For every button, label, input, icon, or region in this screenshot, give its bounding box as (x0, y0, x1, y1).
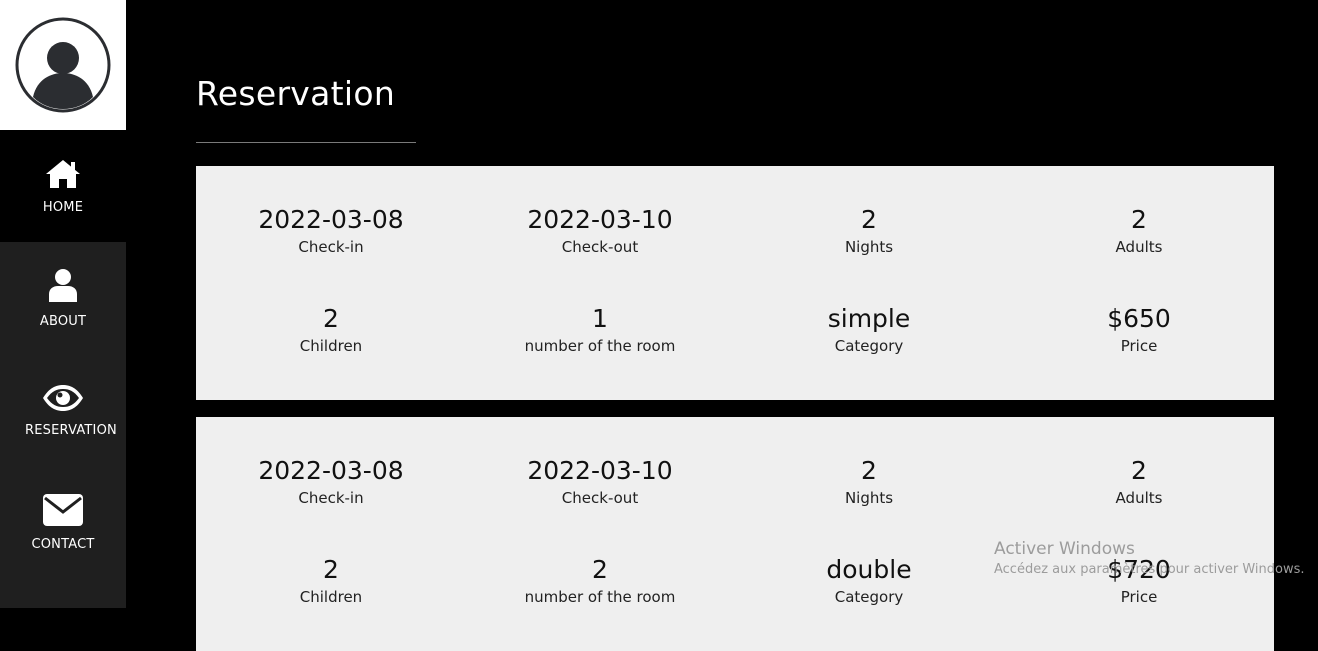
room-number-field: 2 number of the room (465, 555, 735, 607)
home-icon (46, 159, 80, 188)
checkout-field: 2022-03-10 Check-out (465, 205, 735, 257)
page-title: Reservation (196, 74, 396, 113)
adults-field: 2 Adults (1004, 456, 1274, 508)
adults-value: 2 (1131, 205, 1147, 234)
sidebar-item-label: CONTACT (31, 536, 95, 552)
adults-label: Adults (1115, 238, 1163, 256)
category-field: simple Category (734, 304, 1004, 356)
checkout-value: 2022-03-10 (527, 205, 673, 234)
checkout-field: 2022-03-10 Check-out (465, 456, 735, 508)
eye-icon (43, 384, 83, 411)
avatar[interactable] (0, 0, 126, 130)
checkin-value: 2022-03-08 (258, 205, 404, 234)
children-label: Children (299, 337, 363, 355)
nights-value: 2 (861, 205, 877, 234)
nights-field: 2 Nights (734, 205, 1004, 257)
checkin-field: 2022-03-08 Check-in (196, 456, 466, 508)
checkout-value: 2022-03-10 (527, 456, 673, 485)
checkin-label: Check-in (298, 238, 364, 256)
room-number-label: number of the room (524, 588, 676, 606)
room-number-value: 1 (592, 304, 608, 333)
children-value: 2 (323, 304, 339, 333)
sidebar: HOME ABOUT RESERVATION CONTACT (0, 0, 126, 608)
sidebar-item-label: HOME (42, 199, 84, 215)
avatar-icon (15, 17, 111, 113)
price-value: $720 (1107, 555, 1171, 584)
category-label: Category (834, 588, 904, 606)
children-value: 2 (323, 555, 339, 584)
nights-value: 2 (861, 456, 877, 485)
sidebar-item-label: ABOUT (39, 313, 87, 329)
sidebar-item-contact[interactable]: CONTACT (0, 466, 126, 578)
checkout-label: Check-out (561, 238, 639, 256)
room-number-value: 2 (592, 555, 608, 584)
checkin-value: 2022-03-08 (258, 456, 404, 485)
sidebar-item-label: RESERVATION (25, 422, 117, 438)
category-field: double Category (734, 555, 1004, 607)
checkin-field: 2022-03-08 Check-in (196, 205, 466, 257)
price-field: $720 Price (1004, 555, 1274, 607)
children-field: 2 Children (196, 555, 466, 607)
envelope-icon (43, 493, 83, 526)
sidebar-item-about[interactable]: ABOUT (0, 242, 126, 354)
title-divider (196, 142, 416, 143)
category-label: Category (834, 337, 904, 355)
nights-label: Nights (844, 489, 894, 507)
category-value: double (826, 555, 912, 584)
adults-value: 2 (1131, 456, 1147, 485)
nights-label: Nights (844, 238, 894, 256)
nights-field: 2 Nights (734, 456, 1004, 508)
price-value: $650 (1107, 304, 1171, 333)
sidebar-item-reservation[interactable]: RESERVATION (0, 354, 126, 466)
checkin-label: Check-in (298, 489, 364, 507)
sidebar-item-home[interactable]: HOME (0, 130, 126, 242)
reservation-card: 2022-03-08 Check-in 2022-03-10 Check-out… (196, 166, 1274, 400)
adults-field: 2 Adults (1004, 205, 1274, 257)
checkout-label: Check-out (561, 489, 639, 507)
children-field: 2 Children (196, 304, 466, 356)
room-number-label: number of the room (524, 337, 676, 355)
user-icon (49, 268, 77, 302)
price-label: Price (1120, 588, 1158, 606)
category-value: simple (827, 304, 911, 333)
children-label: Children (299, 588, 363, 606)
price-label: Price (1120, 337, 1158, 355)
reservation-card: 2022-03-08 Check-in 2022-03-10 Check-out… (196, 417, 1274, 651)
room-number-field: 1 number of the room (465, 304, 735, 356)
price-field: $650 Price (1004, 304, 1274, 356)
adults-label: Adults (1115, 489, 1163, 507)
